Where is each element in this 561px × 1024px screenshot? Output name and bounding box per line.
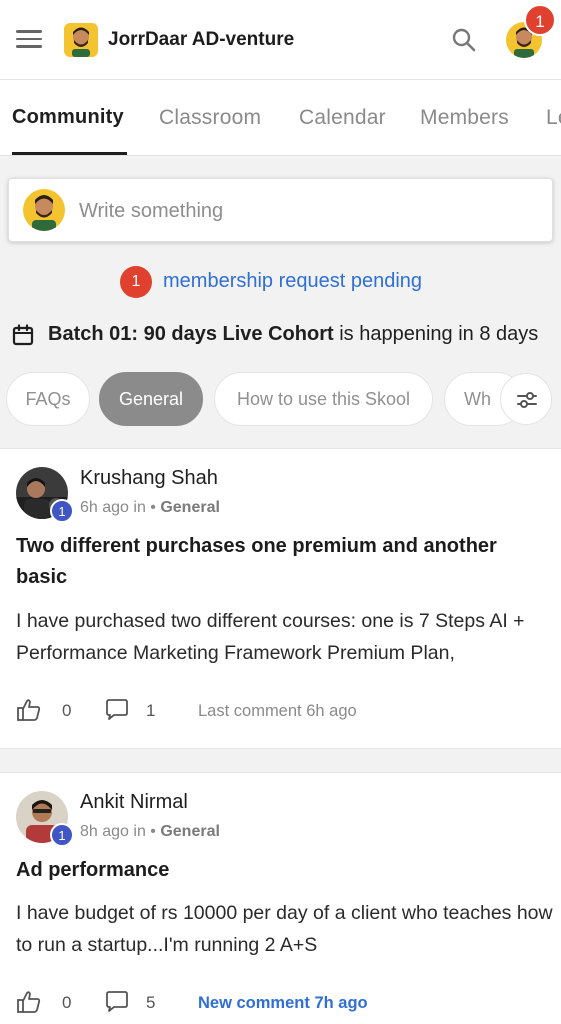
post-body[interactable]: I have budget of rs 10000 per day of a c…: [16, 897, 556, 961]
post-body[interactable]: I have purchased two different courses: …: [16, 605, 556, 669]
menu-icon[interactable]: [16, 30, 42, 50]
group-title[interactable]: JorrDaar AD-venture: [108, 29, 294, 51]
chip-faqs[interactable]: FAQs: [6, 372, 90, 426]
post-title[interactable]: Two different purchases one premium and …: [16, 531, 546, 593]
post-meta: 8h ago in • General: [80, 823, 220, 841]
tab-community[interactable]: Community: [12, 106, 124, 129]
post-composer[interactable]: Write something: [8, 178, 553, 242]
new-comment-link[interactable]: New comment 7h ago: [198, 994, 368, 1013]
composer-placeholder[interactable]: Write something: [79, 200, 223, 223]
post-time: 8h ago in •: [80, 823, 161, 840]
composer-avatar: [23, 189, 65, 231]
chip-general[interactable]: General: [99, 372, 203, 426]
like-count: 0: [62, 701, 72, 720]
post-author[interactable]: Krushang Shah: [80, 467, 218, 490]
post-category[interactable]: General: [160, 823, 220, 840]
tab-calendar[interactable]: Calendar: [299, 106, 386, 130]
membership-pending-link[interactable]: membership request pending: [163, 270, 422, 293]
post-category[interactable]: General: [160, 499, 220, 516]
level-badge: 1: [50, 823, 74, 847]
post-title[interactable]: Ad performance: [16, 855, 546, 886]
event-name[interactable]: Batch 01: 90 days Live Cohort: [48, 323, 334, 345]
comment-icon[interactable]: [104, 698, 130, 727]
pending-count-badge: 1: [120, 266, 152, 298]
notification-badge[interactable]: 1: [524, 4, 556, 36]
like-icon[interactable]: [16, 697, 42, 728]
tab-leaderboards[interactable]: Le: [546, 106, 561, 130]
level-badge: 1: [50, 499, 74, 523]
calendar-icon: [12, 324, 34, 346]
like-count: 0: [62, 993, 72, 1012]
like-icon[interactable]: [16, 989, 42, 1020]
tab-bar: Community Classroom Calendar Members Le: [0, 80, 561, 156]
event-text: Batch 01: 90 days Live Cohort is happeni…: [48, 323, 538, 346]
comment-count: 5: [146, 993, 156, 1012]
event-when: is happening in 8 days: [333, 323, 539, 345]
tab-classroom[interactable]: Classroom: [159, 106, 261, 130]
post-meta: 6h ago in • General: [80, 499, 220, 517]
last-comment-time: Last comment 6h ago: [198, 702, 357, 720]
app-header: JorrDaar AD-venture 1: [0, 0, 561, 80]
comment-icon[interactable]: [104, 990, 130, 1019]
post-author[interactable]: Ankit Nirmal: [80, 791, 188, 814]
comment-count: 1: [146, 701, 156, 720]
sliders-icon: [517, 392, 537, 408]
post-time: 6h ago in •: [80, 499, 161, 516]
group-logo[interactable]: [64, 23, 98, 57]
post-card[interactable]: 1 Krushang Shah 6h ago in • General Two …: [0, 448, 561, 749]
search-icon[interactable]: [450, 26, 478, 54]
category-filters: FAQs General How to use this Skool Wh: [0, 372, 561, 426]
active-tab-indicator: [12, 152, 127, 155]
filter-settings-button[interactable]: [500, 373, 552, 425]
tab-members[interactable]: Members: [420, 106, 509, 130]
post-card[interactable]: 1 Ankit Nirmal 8h ago in • General Ad pe…: [0, 772, 561, 1024]
chip-how-to-use[interactable]: How to use this Skool: [214, 372, 433, 426]
